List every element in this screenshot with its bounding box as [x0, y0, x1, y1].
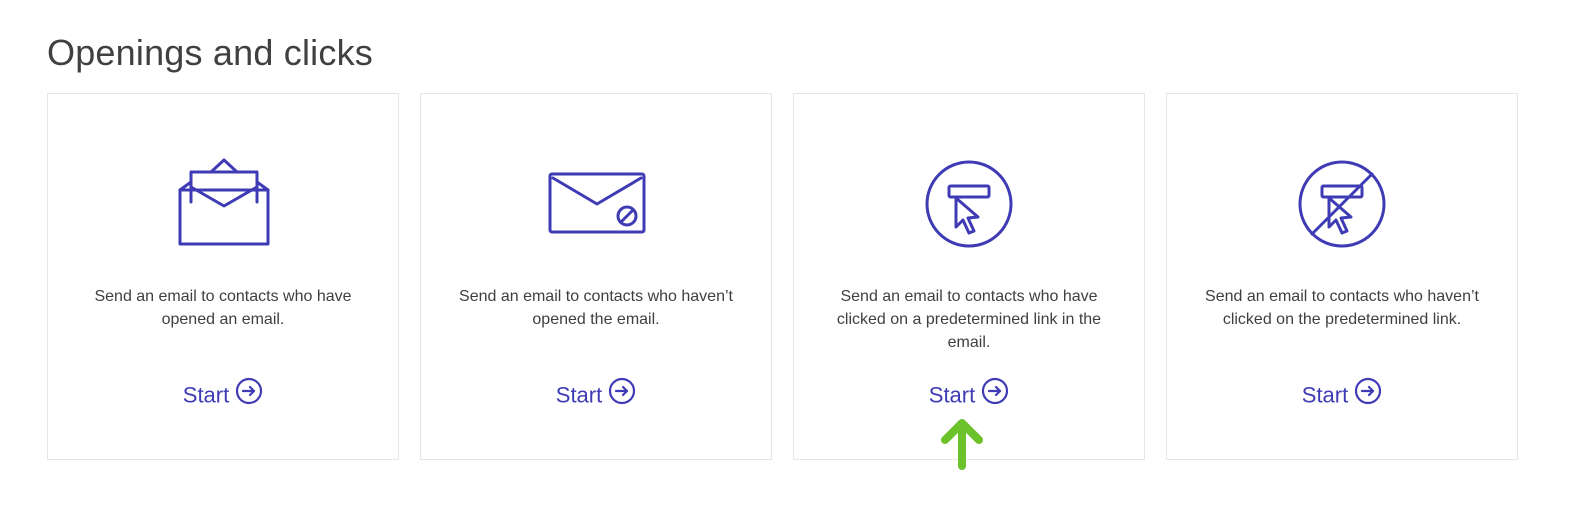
- card-description-line: opened the email.: [532, 311, 660, 328]
- card-description-line: clicked on a predetermined link in the: [836, 311, 1102, 328]
- card-description: Send an email to contacts who haven’t cl…: [1187, 285, 1497, 331]
- card-opened-email: Send an email to contacts who have opene…: [47, 93, 399, 460]
- card-description-line: email.: [947, 334, 991, 351]
- start-button-clicked[interactable]: Start: [794, 377, 1144, 414]
- card-not-clicked-link: Send an email to contacts who haven’t cl…: [1166, 93, 1518, 460]
- page-title: Openings and clicks: [47, 32, 373, 73]
- arrow-right-circle-icon: [1354, 377, 1382, 414]
- card-grid: Send an email to contacts who have opene…: [47, 93, 1547, 462]
- card-not-opened-email: Send an email to contacts who haven’t op…: [420, 93, 772, 460]
- arrow-right-circle-icon: [981, 377, 1009, 414]
- start-label: Start: [555, 382, 603, 408]
- card-description: Send an email to contacts who have click…: [814, 285, 1124, 354]
- start-label: Start: [1301, 382, 1349, 408]
- arrow-right-circle-icon: [608, 377, 636, 414]
- start-button-opened[interactable]: Start: [48, 377, 398, 414]
- card-description-line: Send an email to contacts who haven’t: [459, 288, 733, 305]
- green-up-arrow-icon: [939, 416, 985, 470]
- card-clicked-link: Send an email to contacts who have click…: [793, 93, 1145, 460]
- start-label: Start: [182, 382, 230, 408]
- link-clicked-icon: [919, 154, 1019, 254]
- card-description-line: Send an email to contacts who have: [94, 288, 352, 305]
- card-description: Send an email to contacts who haven’t op…: [441, 285, 751, 331]
- start-button-not-opened[interactable]: Start: [421, 377, 771, 414]
- card-description-line: Send an email to contacts who have: [840, 288, 1098, 305]
- link-not-clicked-icon: [1292, 154, 1392, 254]
- start-label: Start: [928, 382, 976, 408]
- envelope-open-icon: [173, 154, 273, 254]
- start-button-not-clicked[interactable]: Start: [1167, 377, 1517, 414]
- card-description-line: opened an email.: [161, 311, 285, 328]
- card-description: Send an email to contacts who have opene…: [68, 285, 378, 331]
- envelope-unopened-icon: [546, 154, 646, 254]
- card-description-line: clicked on the predetermined link.: [1222, 311, 1462, 328]
- arrow-right-circle-icon: [235, 377, 263, 414]
- card-description-line: Send an email to contacts who haven’t: [1205, 288, 1479, 305]
